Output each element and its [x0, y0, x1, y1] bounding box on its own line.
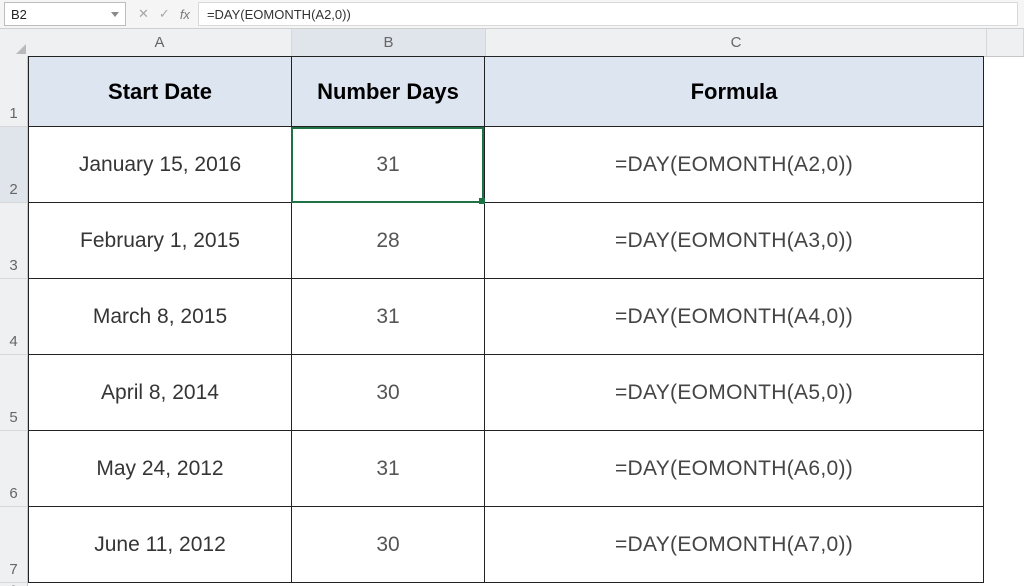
- row-header-5[interactable]: 5: [0, 355, 28, 431]
- cell-C2[interactable]: =DAY(EOMONTH(A2,0)): [484, 127, 984, 203]
- cell-B2[interactable]: 31: [291, 127, 484, 203]
- column-headers: A B C: [28, 29, 1024, 57]
- cell-A7[interactable]: June 11, 2012: [28, 507, 291, 583]
- cell-B5[interactable]: 30: [291, 355, 484, 431]
- row-header-1[interactable]: 1: [0, 56, 28, 127]
- formula-input[interactable]: =DAY(EOMONTH(A2,0)): [198, 2, 1018, 26]
- select-all-corner[interactable]: [0, 29, 29, 57]
- cell-A4[interactable]: March 8, 2015: [28, 279, 291, 355]
- formula-bar-icons: ✕ ✓ fx: [130, 6, 198, 22]
- name-box[interactable]: B2: [4, 2, 126, 26]
- cell-B4[interactable]: 31: [291, 279, 484, 355]
- formula-input-value: =DAY(EOMONTH(A2,0)): [207, 7, 351, 22]
- cell-grid[interactable]: Start Date Number Days Formula January 1…: [28, 56, 1024, 583]
- col-header-A[interactable]: A: [28, 29, 292, 56]
- cell-A3[interactable]: February 1, 2015: [28, 203, 291, 279]
- cell-C6[interactable]: =DAY(EOMONTH(A6,0)): [484, 431, 984, 507]
- chevron-down-icon[interactable]: [111, 12, 119, 17]
- cell-A5[interactable]: April 8, 2014: [28, 355, 291, 431]
- name-box-value: B2: [11, 7, 27, 22]
- spreadsheet: A B C 1 2 3 4 5 6 7 8 Start Date Number …: [0, 29, 1024, 586]
- col-header-B[interactable]: B: [292, 29, 486, 56]
- cancel-icon[interactable]: ✕: [138, 6, 149, 22]
- col-header-blank[interactable]: [987, 29, 1024, 56]
- cell-C3[interactable]: =DAY(EOMONTH(A3,0)): [484, 203, 984, 279]
- row-header-6[interactable]: 6: [0, 431, 28, 507]
- accept-icon[interactable]: ✓: [159, 6, 170, 22]
- cell-B7[interactable]: 30: [291, 507, 484, 583]
- cell-A6[interactable]: May 24, 2012: [28, 431, 291, 507]
- cell-C7[interactable]: =DAY(EOMONTH(A7,0)): [484, 507, 984, 583]
- row-header-7[interactable]: 7: [0, 507, 28, 583]
- row-header-4[interactable]: 4: [0, 279, 28, 355]
- cell-A2[interactable]: January 15, 2016: [28, 127, 291, 203]
- row-headers: 1 2 3 4 5 6 7 8: [0, 56, 28, 586]
- cell-B6[interactable]: 31: [291, 431, 484, 507]
- col-header-C[interactable]: C: [486, 29, 987, 56]
- cell-C1[interactable]: Formula: [484, 56, 984, 127]
- cell-A1[interactable]: Start Date: [28, 56, 291, 127]
- cell-B1[interactable]: Number Days: [291, 56, 484, 127]
- fx-icon[interactable]: fx: [180, 7, 190, 22]
- row-header-2[interactable]: 2: [0, 127, 28, 203]
- formula-bar: B2 ✕ ✓ fx =DAY(EOMONTH(A2,0)): [0, 0, 1024, 29]
- cell-B3[interactable]: 28: [291, 203, 484, 279]
- cell-C4[interactable]: =DAY(EOMONTH(A4,0)): [484, 279, 984, 355]
- cell-C5[interactable]: =DAY(EOMONTH(A5,0)): [484, 355, 984, 431]
- row-header-3[interactable]: 3: [0, 203, 28, 279]
